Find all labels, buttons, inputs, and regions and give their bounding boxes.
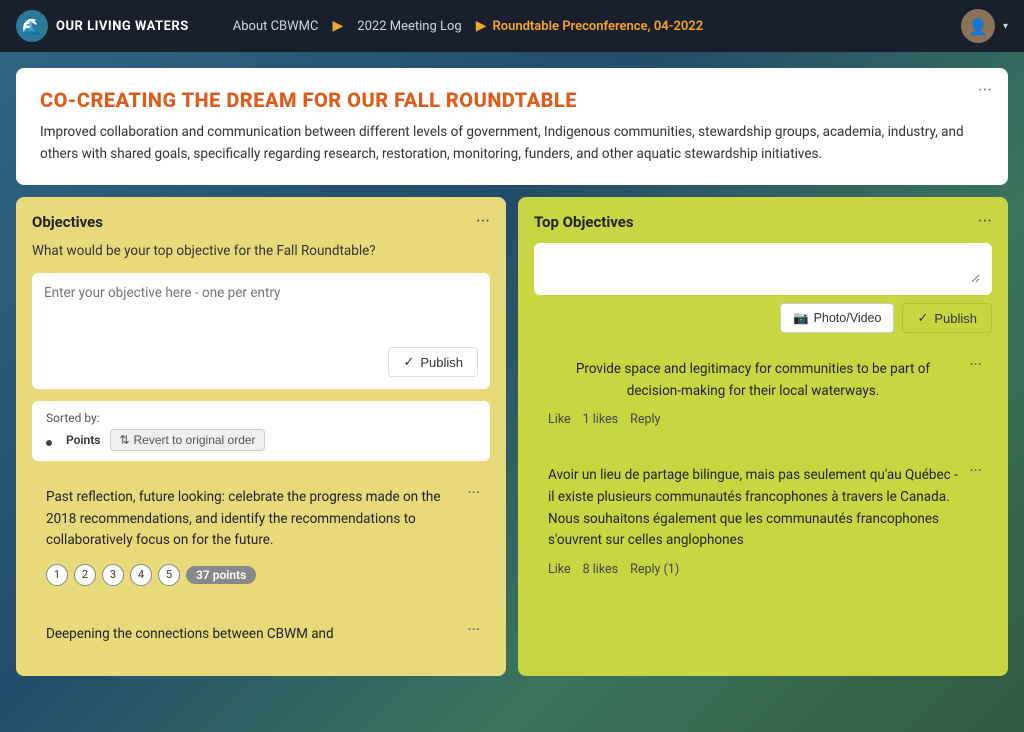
avatar-chevron[interactable]: ▾	[1003, 21, 1008, 32]
navigation: 🌊 OUR LIVING WATERS About CBWMC ▶ 2022 M…	[0, 0, 1024, 52]
right-publish-button[interactable]: ✓ Publish	[902, 303, 992, 333]
right-publish-check-icon: ✓	[917, 310, 928, 326]
right-post1-likes-count: 1 likes	[583, 412, 619, 427]
right-post2-text: Avoir un lieu de partage bilingue, mais …	[548, 465, 978, 551]
objectives-panel-title: Objectives	[32, 213, 103, 231]
right-post-1: ··· Provide space and legitimacy for com…	[534, 345, 992, 441]
revert-icon: ⇅	[119, 433, 129, 447]
page-title: CO-CREATING THE DREAM FOR OUR FALL ROUND…	[40, 88, 984, 112]
post2-menu-icon[interactable]: ···	[467, 620, 480, 639]
left-post-1: ··· Past reflection, future looking: cel…	[32, 473, 490, 600]
objectives-panel-menu[interactable]: ···	[476, 213, 490, 231]
logo-icon: 🌊	[16, 10, 48, 42]
objective-input-area: ✓ Publish	[32, 273, 490, 389]
right-post1-like-button[interactable]: Like	[548, 412, 571, 427]
photo-video-label: Photo/Video	[814, 311, 882, 325]
point-circle-5[interactable]: 5	[158, 564, 180, 586]
right-input-field[interactable]	[546, 251, 980, 283]
point-circle-4[interactable]: 4	[130, 564, 152, 586]
left-publish-button[interactable]: ✓ Publish	[388, 347, 478, 377]
top-objectives-panel: Top Objectives ··· 📷 Photo/Video ✓ Publi…	[518, 197, 1008, 675]
top-objectives-title: Top Objectives	[534, 213, 634, 231]
camera-icon: 📷	[793, 311, 809, 326]
right-post1-text: Provide space and legitimacy for communi…	[548, 359, 978, 402]
photo-video-button[interactable]: 📷 Photo/Video	[780, 303, 894, 333]
point-circle-2[interactable]: 2	[74, 564, 96, 586]
right-post2-like-button[interactable]: Like	[548, 562, 571, 577]
header-menu-icon[interactable]: ···	[978, 80, 992, 101]
page-description: Improved collaboration and communication…	[40, 122, 984, 165]
objectives-panel: Objectives ··· What would be your top ob…	[16, 197, 506, 675]
right-post1-menu-icon[interactable]: ···	[969, 355, 982, 374]
publish-label: Publish	[420, 355, 463, 370]
right-post2-menu-icon[interactable]: ···	[969, 461, 982, 480]
bullet-icon	[46, 431, 56, 450]
right-post1-reactions: Like 1 likes Reply	[548, 412, 978, 427]
point-circle-1[interactable]: 1	[46, 564, 68, 586]
right-post1-reply-button[interactable]: Reply	[630, 412, 660, 427]
point-circle-3[interactable]: 3	[102, 564, 124, 586]
header-card: ··· CO-CREATING THE DREAM FOR OUR FALL R…	[16, 68, 1008, 185]
right-post2-reactions: Like 8 likes Reply (1)	[548, 562, 978, 577]
right-post2-reply-button[interactable]: Reply (1)	[630, 562, 679, 577]
nav-arrow-2: ▶	[476, 18, 487, 34]
breadcrumb: About CBWMC ▶ 2022 Meeting Log ▶ Roundta…	[225, 15, 703, 38]
nav-link-roundtable[interactable]: Roundtable Preconference, 04-2022	[492, 19, 703, 34]
publish-check-icon: ✓	[403, 354, 414, 370]
site-name: OUR LIVING WATERS	[56, 19, 189, 34]
revert-order-button[interactable]: ⇅ Revert to original order	[110, 429, 264, 451]
right-input-area	[534, 243, 992, 295]
left-post-2-partial: ··· Deepening the connections between CB…	[32, 610, 490, 660]
objectives-question: What would be your top objective for the…	[32, 243, 490, 259]
nav-link-about[interactable]: About CBWMC	[225, 15, 327, 38]
post1-points-row: 1 2 3 4 5 37 points	[46, 564, 476, 586]
post1-menu-icon[interactable]: ···	[467, 483, 480, 502]
revert-label: Revert to original order	[134, 433, 256, 447]
post2-text-partial: Deepening the connections between CBWM a…	[46, 624, 476, 646]
objective-input[interactable]	[44, 285, 478, 335]
post1-text: Past reflection, future looking: celebra…	[46, 487, 476, 552]
right-publish-label: Publish	[934, 311, 977, 326]
post1-points-badge: 37 points	[186, 566, 256, 584]
right-post2-likes-count: 8 likes	[583, 562, 619, 577]
sort-options: Sorted by: Points ⇅ Revert to original o…	[32, 401, 490, 461]
right-action-row: 📷 Photo/Video ✓ Publish	[534, 303, 992, 333]
sort-by-points[interactable]: Points	[66, 433, 100, 447]
site-logo[interactable]: 🌊 OUR LIVING WATERS	[16, 10, 189, 42]
top-objectives-menu[interactable]: ···	[978, 213, 992, 231]
user-avatar[interactable]: 👤	[961, 9, 995, 43]
nav-arrow-1: ▶	[333, 18, 344, 34]
sorted-by-label: Sorted by:	[46, 411, 476, 425]
right-post-2: ··· Avoir un lieu de partage bilingue, m…	[534, 451, 992, 590]
nav-link-meeting-log[interactable]: 2022 Meeting Log	[349, 15, 469, 38]
